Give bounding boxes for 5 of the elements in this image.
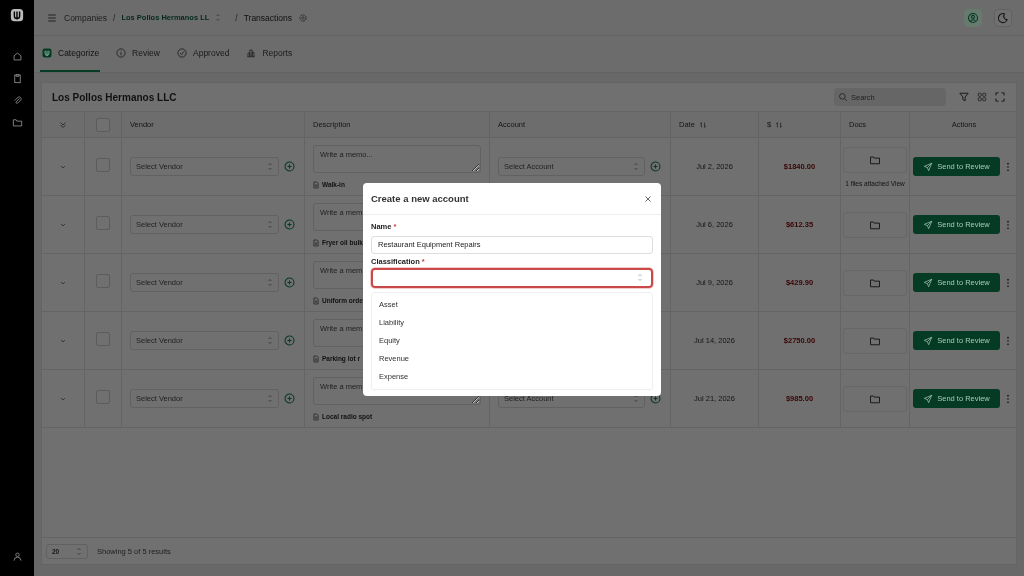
breadcrumb-separator: /: [113, 12, 116, 23]
dialog-title: Create a new account: [371, 193, 469, 204]
card-title: Los Pollos Hermanos LLC: [52, 91, 177, 103]
breadcrumb-separator: /: [235, 12, 238, 23]
page-title: Transactions: [243, 12, 293, 23]
